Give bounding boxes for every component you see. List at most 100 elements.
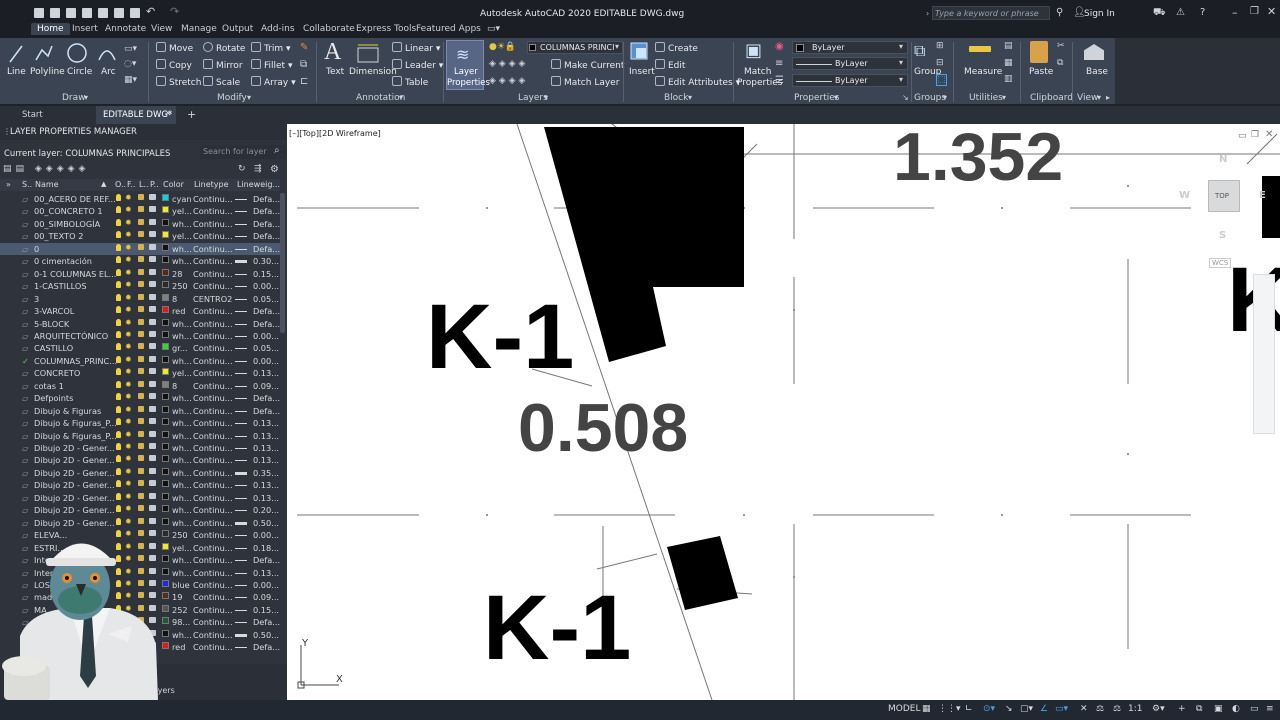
lightbulb-icon[interactable] [116, 231, 121, 239]
layer-linetype[interactable]: Continu... [193, 642, 233, 652]
ungroup-icon[interactable]: ⊞ [936, 41, 944, 51]
layer-row[interactable]: ▱ Dibujo 2D - Gener... ✹ wh... Continu... 0.2… [0, 504, 280, 516]
layer-lineweight[interactable]: Defa... [253, 206, 280, 216]
unlock-icon[interactable] [138, 430, 144, 437]
linetype-icon[interactable]: ☰ [775, 75, 784, 86]
printer-icon[interactable] [149, 194, 156, 200]
color-swatch[interactable] [162, 567, 169, 575]
lightbulb-icon[interactable] [116, 306, 121, 314]
unlock-icon[interactable] [138, 318, 144, 325]
layer-linetype[interactable]: Continu... [193, 319, 233, 329]
lightbulb-icon[interactable] [116, 330, 121, 338]
layer-linetype[interactable]: Continu... [193, 617, 233, 627]
layer-linetype[interactable]: Continu... [193, 306, 233, 316]
color-swatch[interactable] [162, 343, 169, 351]
layer-linetype[interactable]: Continu... [193, 269, 233, 279]
printer-icon[interactable] [149, 318, 156, 325]
viewcube-east[interactable]: E [1259, 190, 1266, 201]
layer-status-icon[interactable]: ▱ [22, 206, 28, 216]
layer-color[interactable]: 19 [172, 592, 182, 602]
settings-icon[interactable]: ⚙ [270, 164, 279, 175]
layer-status-icon[interactable]: ▱ [22, 406, 28, 416]
layer-color[interactable]: 252 [172, 605, 188, 615]
layer-properties-button[interactable]: ≋ Layer Properties [446, 40, 490, 90]
lightbulb-icon[interactable] [116, 430, 121, 438]
unlock-icon[interactable] [138, 330, 144, 337]
unlock-icon[interactable] [138, 492, 144, 499]
viewport-minimize-icon[interactable]: ▭ [1238, 131, 1247, 141]
cut-icon[interactable]: ✂ [1057, 41, 1065, 51]
tab-options-icon[interactable]: ▭▾ [487, 24, 500, 34]
layer-color[interactable]: wh... [172, 630, 192, 640]
layer-lineweight[interactable]: 0.30... [253, 256, 279, 266]
unlock-icon[interactable] [138, 343, 144, 350]
copy-clip-icon[interactable]: ⧉ [1057, 58, 1063, 68]
layer-row[interactable]: ▱ cotas 1 ✹ 8 Continu... 0.09... [0, 380, 280, 392]
new-tab-icon[interactable]: + [187, 108, 196, 121]
color-swatch[interactable] [162, 592, 169, 600]
layer-row[interactable]: ▱ ARQUITECTÓNICO ✹ wh... Continu... 0.00... [0, 330, 280, 342]
layer-row[interactable]: ▱ 5-BLOCK ✹ wh... Continu... Defa... [0, 318, 280, 330]
layer-lineweight[interactable]: Defa... [253, 306, 280, 316]
layer-row[interactable]: ▱ 0 cimentación ✹ wh... Continu... 0.30... [0, 255, 280, 267]
layer-lineweight[interactable]: 0.00... [253, 530, 279, 540]
header-on[interactable]: O.. [115, 180, 126, 189]
unlock-icon[interactable] [138, 293, 144, 300]
linear-button[interactable]: Linear ▾ [392, 42, 440, 54]
plot-icon[interactable] [130, 8, 140, 18]
measure-icon[interactable] [969, 46, 991, 52]
layer-status-icon[interactable]: ▱ [22, 294, 28, 304]
color-swatch[interactable] [162, 530, 169, 538]
sun-icon[interactable]: ✹ [125, 505, 132, 513]
layer-row[interactable]: ▱ Dibujo & Figuras_P... ✹ wh... Continu... 0.… [0, 430, 280, 442]
layer-dropdown[interactable]: COLUMNAS PRINCI ▾ [527, 41, 623, 54]
layer-status-icon[interactable]: ▱ [22, 455, 28, 465]
printer-icon[interactable] [149, 405, 156, 412]
layer-linetype[interactable]: Continu... [193, 543, 233, 553]
sun-icon[interactable]: ✹ [125, 418, 132, 426]
layer-color[interactable]: blue [172, 580, 190, 590]
layer-row[interactable]: ▱ Dibujo 2D - Gener... ✹ wh... Continu... 0.1… [0, 454, 280, 466]
layer-lineweight[interactable]: Defa... [253, 244, 280, 254]
minimize-icon[interactable]: – [1232, 6, 1238, 19]
sun-icon[interactable]: ✹ [125, 231, 132, 239]
otrack-icon[interactable]: ∠ [1040, 704, 1048, 714]
tab-addins[interactable]: Add-ins [261, 24, 295, 34]
layer-name[interactable]: cotas 1 [34, 381, 64, 391]
layer-row[interactable]: ▱ Dibujo & Figuras ✹ wh... Continu... Defa... [0, 405, 280, 417]
sun-icon[interactable]: ✹ [125, 256, 132, 264]
web-open-icon[interactable] [98, 8, 108, 18]
layer-linetype[interactable]: Continu... [193, 605, 233, 615]
label-k1-top[interactable]: K-1 [426, 291, 574, 383]
line-button[interactable]: Line [7, 67, 26, 77]
printer-icon[interactable] [149, 430, 156, 437]
sun-icon[interactable]: ✹ [125, 318, 132, 326]
make-current-button[interactable]: Make Current [551, 59, 624, 71]
rotate-button[interactable]: Rotate [203, 42, 245, 54]
lightbulb-icon[interactable] [116, 480, 121, 488]
layer-color[interactable]: wh... [172, 319, 192, 329]
header-name[interactable]: Name [35, 180, 59, 189]
explode-icon[interactable]: ⧉ [300, 59, 307, 70]
layer-status-icon[interactable]: ▱ [22, 381, 28, 391]
layer-row[interactable]: ▱ 00_CONCRETO 1 ✹ yel... Continu... Defa... [0, 205, 280, 217]
layer-name[interactable]: Defpoints [34, 393, 73, 403]
layer-name[interactable]: Dibujo & Figuras_P... [34, 418, 117, 428]
color-swatch[interactable] [162, 231, 169, 239]
printer-icon[interactable] [149, 380, 156, 387]
insert-icon[interactable] [628, 40, 650, 62]
printer-icon[interactable] [149, 467, 156, 474]
viewcube-west[interactable]: W [1179, 190, 1190, 201]
expand-icon[interactable]: » [6, 180, 11, 189]
layer-status-icon[interactable]: ▱ [22, 368, 28, 378]
printer-icon[interactable] [149, 492, 156, 499]
erase-icon[interactable]: ✎ [300, 42, 308, 53]
unlock-icon[interactable] [138, 405, 144, 412]
color-swatch[interactable] [162, 443, 169, 450]
group-edit-icon[interactable]: ⊟ [936, 58, 944, 68]
color-swatch[interactable] [162, 243, 169, 251]
panel-label-annotation[interactable]: Annotation [356, 93, 405, 103]
osnap-icon[interactable]: ▢▾ [1020, 704, 1033, 714]
sun-icon[interactable]: ✹ [125, 393, 132, 401]
layer-color[interactable]: gr... [172, 343, 188, 353]
